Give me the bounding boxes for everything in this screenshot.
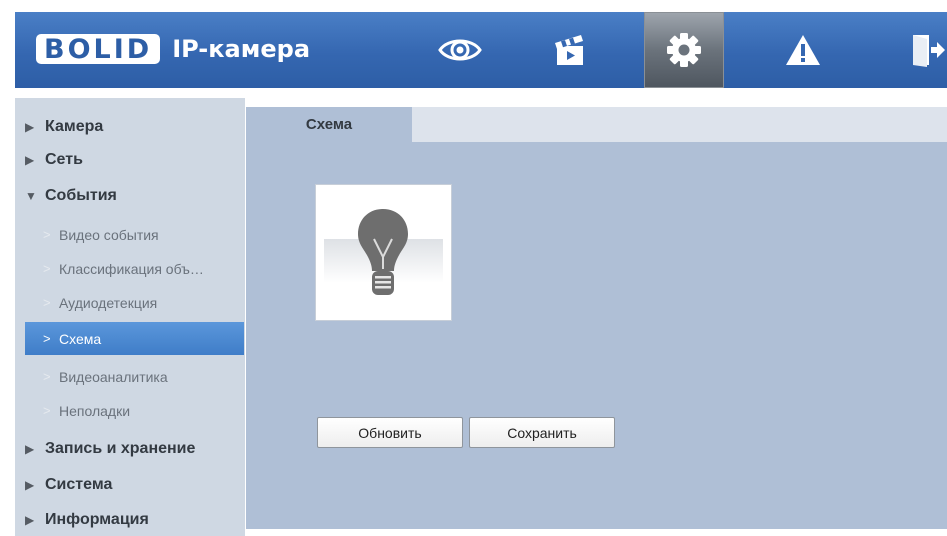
expand-arrow-icon: ▶ [25, 152, 35, 167]
sidebar-item-storage[interactable]: ▶ Запись и хранение [15, 432, 245, 465]
exit-icon [913, 35, 945, 67]
logout-button[interactable] [887, 12, 947, 88]
logo: BOLID IP-камера [36, 32, 310, 66]
chevron-right-icon: > [43, 295, 51, 310]
scheme-tile[interactable] [316, 185, 451, 320]
collapse-arrow-icon: ▼ [25, 188, 37, 203]
sidebar-item-camera[interactable]: ▶ Камера [15, 110, 245, 143]
playback-button[interactable] [530, 12, 610, 88]
gear-icon [667, 33, 701, 67]
content-panel: Схема Обновить Сохранить [246, 107, 947, 529]
sidebar-item-label: События [45, 186, 117, 204]
sidebar-item-label: Сеть [45, 150, 83, 168]
alarm-button[interactable] [763, 12, 843, 88]
expand-arrow-icon: ▶ [25, 441, 35, 456]
sidebar: ▶ Камера ▶ Сеть ▼ События > Видео событи… [15, 98, 245, 536]
sidebar-item-label: Запись и хранение [45, 439, 196, 457]
sidebar-subitem-label: Видеоаналитика [59, 368, 168, 385]
lightbulb-icon [358, 209, 408, 295]
sidebar-subitem-label: Аудиодетекция [59, 294, 158, 311]
sidebar-subitem-label: Схема [59, 330, 102, 347]
warning-icon [786, 35, 820, 65]
clapperboard-icon [555, 35, 583, 65]
expand-arrow-icon: ▶ [25, 512, 35, 527]
top-bar: BOLID IP-камера [15, 12, 947, 88]
sidebar-subitem-label: Классификация объ… [59, 260, 204, 277]
sidebar-subitem-scheme[interactable]: > Схема [25, 322, 244, 355]
live-view-button[interactable] [420, 12, 500, 88]
sidebar-subitem-audio-detection[interactable]: > Аудиодетекция [25, 286, 244, 319]
sidebar-item-system[interactable]: ▶ Система [15, 468, 245, 501]
sidebar-item-info[interactable]: ▶ Информация [15, 503, 245, 536]
app-title: IP-камера [172, 35, 311, 63]
sidebar-subitem-label: Видео события [59, 226, 159, 243]
tab-strip: Схема [246, 107, 947, 142]
chevron-right-icon: > [43, 403, 51, 418]
sidebar-item-label: Камера [45, 117, 104, 135]
settings-button[interactable] [644, 12, 724, 88]
sidebar-subitem-object-classification[interactable]: > Классификация объ… [25, 252, 244, 285]
sidebar-item-label: Система [45, 475, 113, 493]
chevron-right-icon: > [43, 331, 51, 346]
sidebar-subitem-video-analytics[interactable]: > Видеоаналитика [25, 360, 244, 393]
chevron-right-icon: > [43, 261, 51, 276]
expand-arrow-icon: ▶ [25, 119, 35, 134]
chevron-right-icon: > [43, 227, 51, 242]
refresh-button[interactable]: Обновить [317, 417, 463, 448]
sidebar-item-events[interactable]: ▼ События [15, 179, 245, 212]
eye-icon [438, 39, 482, 61]
expand-arrow-icon: ▶ [25, 477, 35, 492]
sidebar-subitem-label: Неполадки [59, 402, 131, 419]
sidebar-item-network[interactable]: ▶ Сеть [15, 143, 245, 176]
tab-scheme[interactable]: Схема [246, 107, 412, 142]
save-button[interactable]: Сохранить [469, 417, 615, 448]
brand-logo: BOLID [36, 34, 161, 65]
sidebar-item-label: Информация [45, 510, 149, 528]
sidebar-subitem-video-events[interactable]: > Видео события [25, 218, 244, 251]
chevron-right-icon: > [43, 369, 51, 384]
sidebar-subitem-malfunctions[interactable]: > Неполадки [25, 394, 244, 427]
